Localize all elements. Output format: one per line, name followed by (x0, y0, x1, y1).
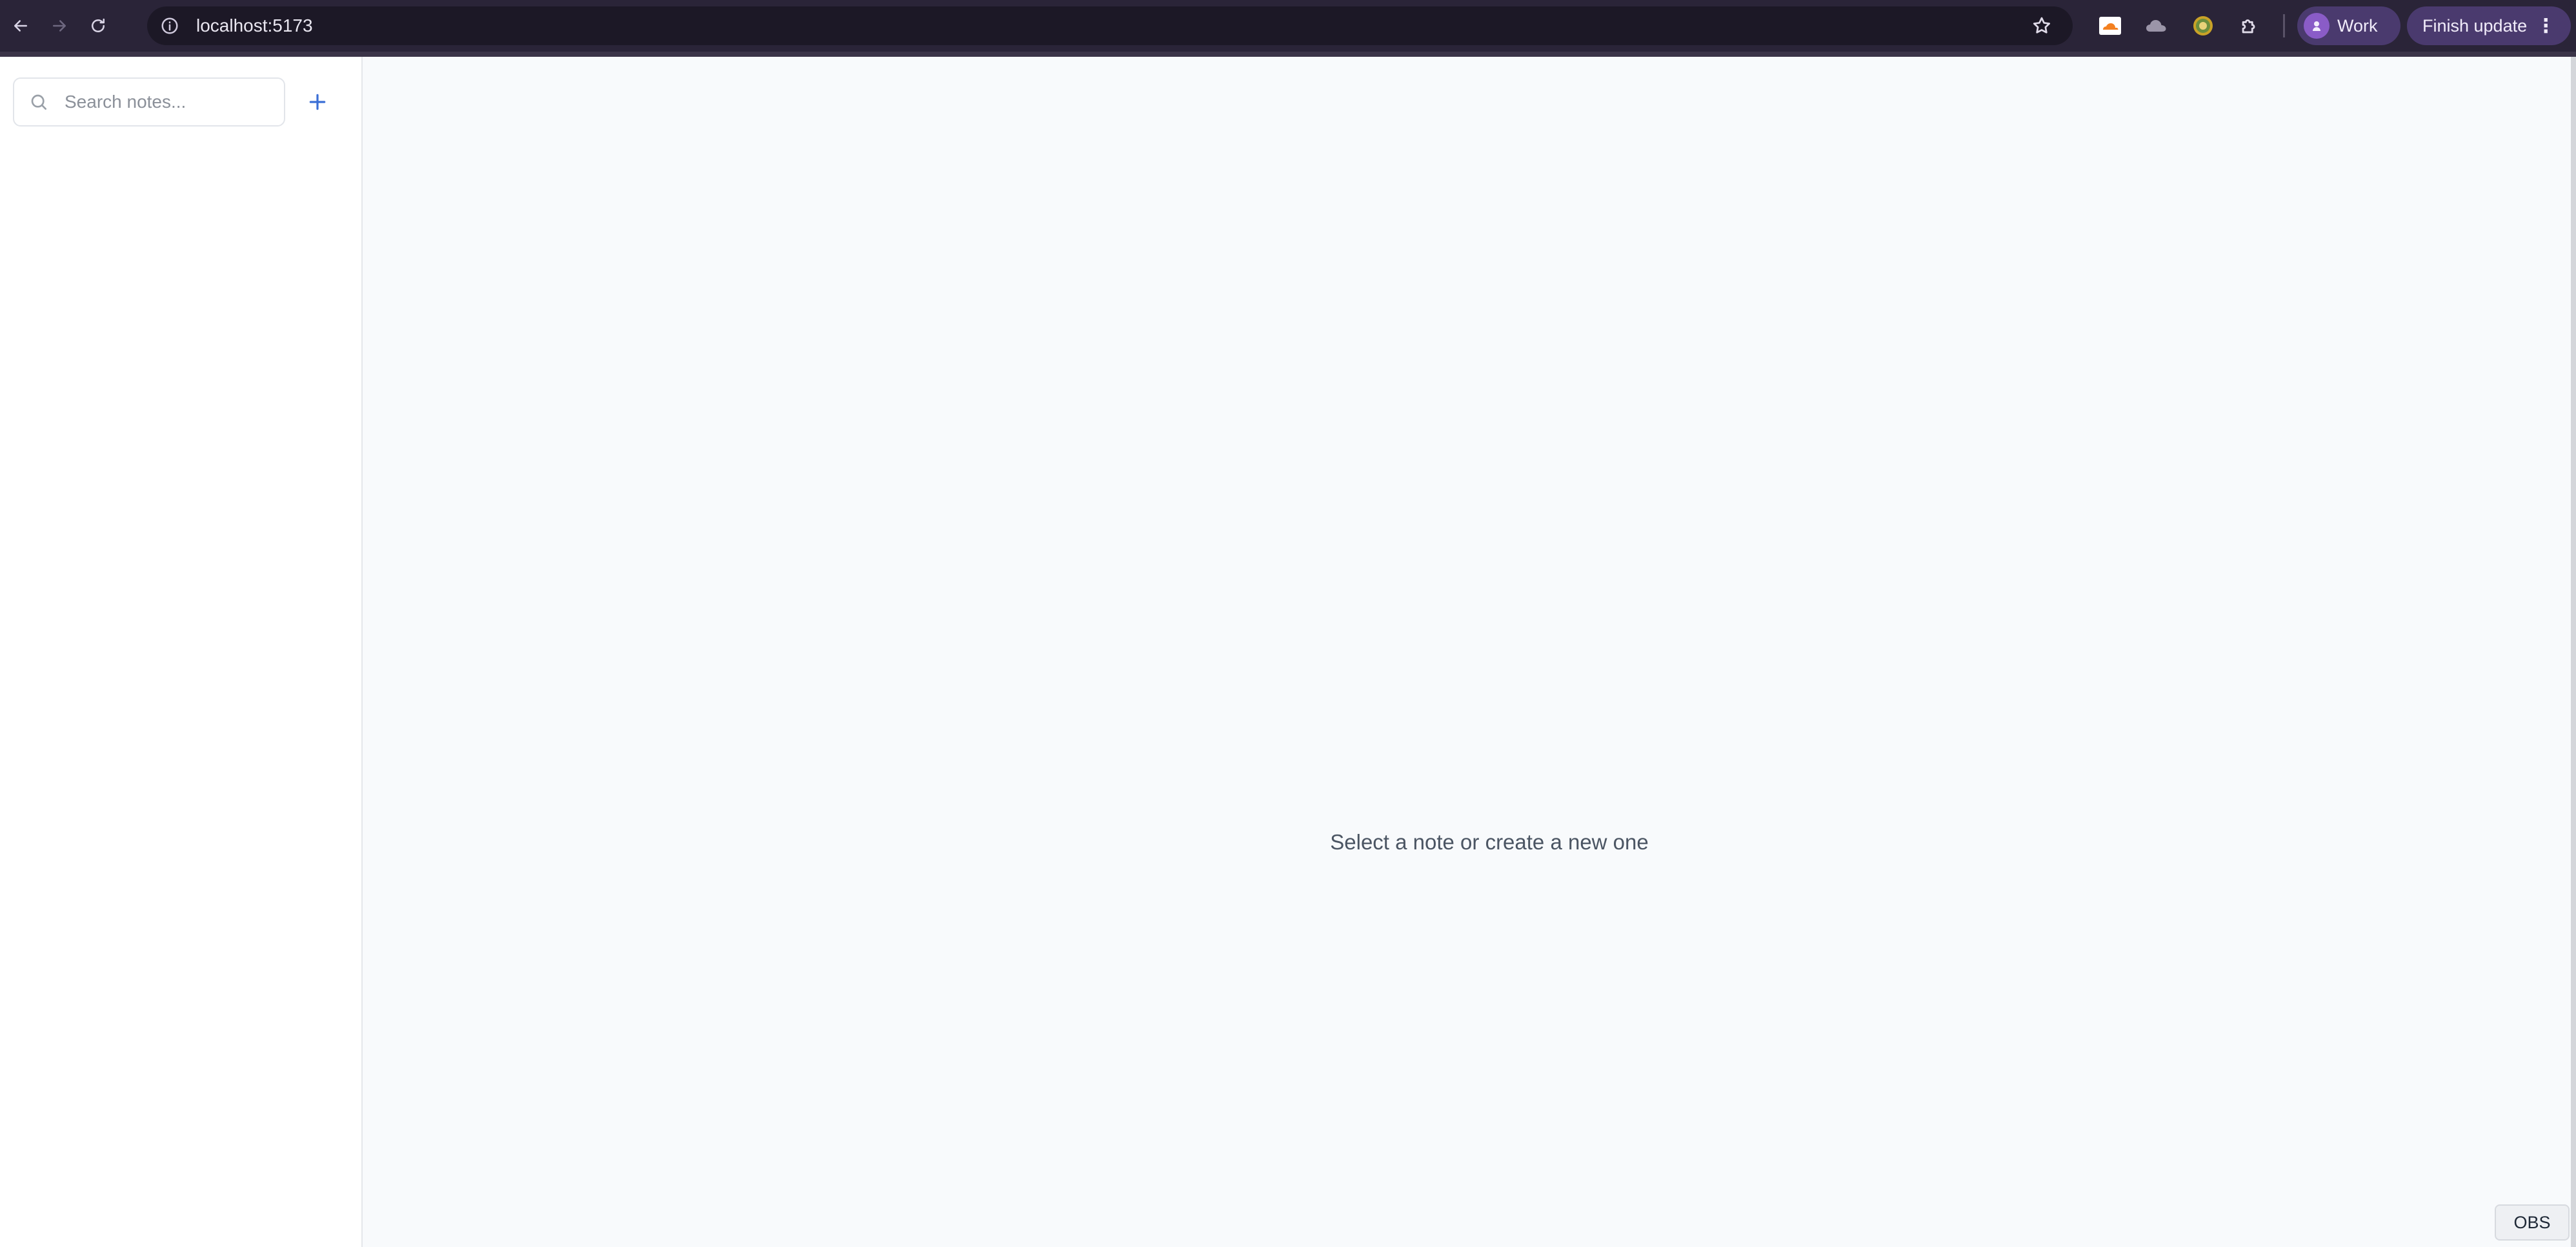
profile-button[interactable]: Work (2297, 6, 2400, 45)
puzzle-piece-icon (2242, 19, 2255, 34)
note-editor-area: Select a note or create a new one (364, 57, 2576, 1247)
update-label: Finish update (2422, 15, 2528, 35)
arrow-right-icon (53, 20, 66, 32)
extension-coin[interactable] (2190, 13, 2216, 39)
back-button[interactable] (3, 8, 39, 44)
search-icon (31, 94, 46, 110)
notes-sidebar (0, 57, 363, 1247)
extension-cloudflare[interactable] (2097, 13, 2123, 39)
address-bar[interactable]: localhost:5173 (147, 6, 2073, 45)
kebab-menu-icon[interactable]: ⋮ (2536, 15, 2555, 37)
extension-cloud[interactable] (2144, 13, 2169, 39)
plus-icon (309, 94, 326, 110)
toolbar-edge (0, 52, 2576, 57)
arrow-left-icon (14, 20, 27, 32)
search-box[interactable] (13, 77, 285, 127)
info-circle-icon[interactable] (160, 16, 179, 35)
obs-badge[interactable]: OBS (2495, 1204, 2570, 1241)
add-note-button[interactable] (301, 85, 334, 119)
toolbar-divider (2283, 14, 2285, 37)
empty-state-message: Select a note or create a new one (1330, 830, 1649, 854)
window-edge (2571, 57, 2576, 1247)
person-icon (2313, 21, 2320, 31)
finish-update-button[interactable]: Finish update ⋮ (2407, 6, 2571, 45)
reload-icon (92, 18, 105, 32)
star-icon[interactable] (2031, 15, 2052, 36)
profile-label: Work (2337, 15, 2378, 35)
address-url[interactable]: localhost:5173 (196, 15, 313, 36)
forward-button[interactable] (41, 8, 77, 44)
profile-avatar (2304, 13, 2329, 39)
reload-button[interactable] (80, 8, 116, 44)
cloud-icon (2146, 20, 2166, 32)
search-input[interactable] (63, 91, 270, 113)
coin-icon (2193, 16, 2213, 35)
extensions-button[interactable] (2237, 13, 2262, 39)
cloudflare-icon (2099, 17, 2121, 35)
